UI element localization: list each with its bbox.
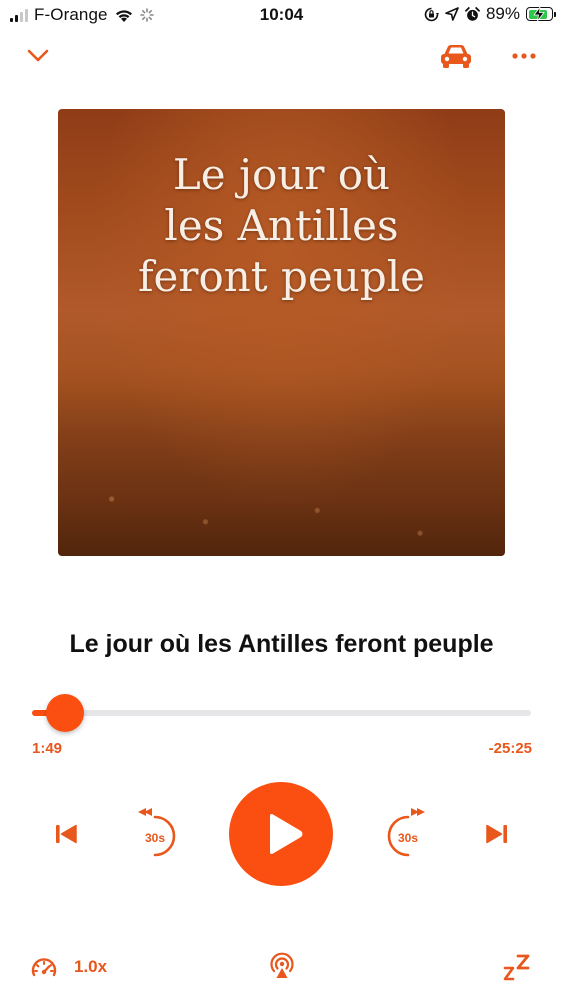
remaining-time: -25:25 <box>488 740 532 757</box>
artwork-texture <box>58 366 505 556</box>
more-icon <box>512 53 536 59</box>
previous-chapter-button[interactable] <box>48 814 84 854</box>
track-title: Le jour où les Antilles feront peuple <box>69 630 494 658</box>
previous-chapter-icon <box>56 824 77 844</box>
cover-artwork: Le jour où les Antilles feront peuple <box>58 109 505 556</box>
forward-30-button[interactable]: 30s <box>383 808 433 862</box>
elapsed-time: 1:49 <box>32 740 63 757</box>
battery-charging-icon <box>526 7 556 21</box>
sleep-timer-button[interactable] <box>500 948 536 984</box>
more-options-button[interactable] <box>502 38 546 74</box>
rotation-lock-icon <box>424 7 439 21</box>
location-icon <box>445 7 459 21</box>
collapse-button[interactable] <box>18 38 58 74</box>
playback-speed-value: 1.0x <box>74 957 108 976</box>
playback-speed-button[interactable]: 1.0x <box>30 951 107 983</box>
car-icon <box>441 45 471 68</box>
sleep-timer-icon <box>503 954 530 981</box>
rewind-30-label: 30s <box>144 831 166 845</box>
progress-thumb[interactable] <box>46 694 85 732</box>
airplay-icon <box>270 952 294 978</box>
rewind-30-button[interactable]: 30s <box>130 808 180 862</box>
play-icon <box>270 814 303 854</box>
battery-percent: 89% <box>485 4 520 23</box>
forward-30-label: 30s <box>397 831 419 845</box>
speedometer-icon <box>31 958 57 977</box>
play-button[interactable] <box>229 782 333 886</box>
status-right: 89% <box>424 4 556 24</box>
chevron-down-icon <box>27 49 49 62</box>
status-bar: F-Orange 10:04 89% <box>0 0 563 32</box>
alarm-icon <box>465 6 480 21</box>
progress-slider[interactable] <box>32 694 531 732</box>
artwork-title: Le jour où les Antilles feront peuple <box>137 150 425 301</box>
player-header <box>0 38 563 74</box>
next-chapter-icon <box>486 824 507 844</box>
next-chapter-button[interactable] <box>479 814 515 854</box>
airplay-button[interactable] <box>266 950 298 982</box>
car-mode-button[interactable] <box>432 38 480 74</box>
